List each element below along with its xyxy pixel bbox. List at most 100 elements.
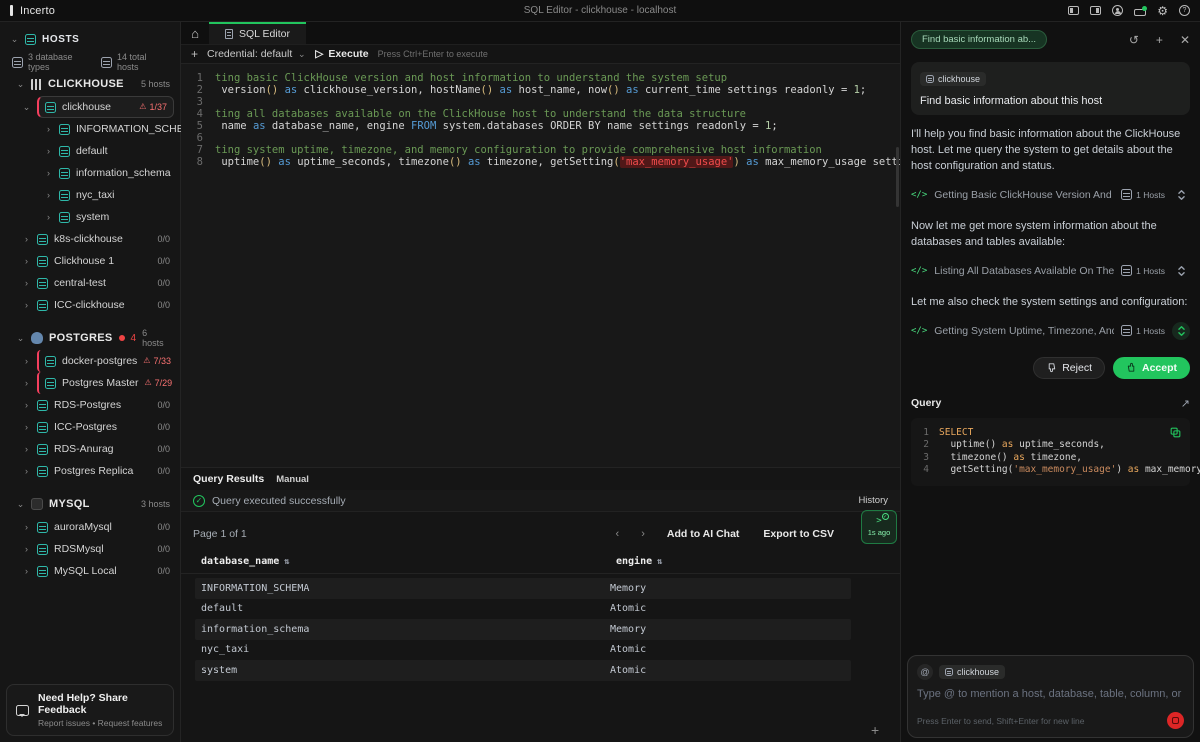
table-row[interactable]: system Atomic <box>195 660 851 681</box>
query-label: Query <box>911 397 941 409</box>
add-new-button[interactable]: + <box>871 722 879 738</box>
sidebar-host-postgres-replica[interactable]: › Postgres Replica 0/0 <box>0 460 180 482</box>
execute-button[interactable]: ▷ Execute <box>315 48 368 60</box>
chevron-right-icon[interactable]: › <box>22 401 31 410</box>
play-icon: ▷ <box>315 48 323 60</box>
chevron-down-icon[interactable]: ⌄ <box>16 80 25 89</box>
chevron-right-icon[interactable]: › <box>22 235 31 244</box>
chevron-right-icon[interactable]: › <box>44 125 53 134</box>
chevron-right-icon[interactable]: › <box>22 467 31 476</box>
sort-icon[interactable]: ⇅ <box>284 557 289 567</box>
sidebar-host-rds-postgres[interactable]: › RDS-Postgres 0/0 <box>0 394 180 416</box>
toggle-right-panel-icon[interactable] <box>1090 6 1101 15</box>
mention-at-icon[interactable]: @ <box>917 664 933 680</box>
reject-button[interactable]: Reject <box>1033 357 1105 379</box>
new-chat-icon[interactable]: + <box>1156 33 1163 47</box>
chevron-right-icon[interactable]: › <box>22 423 31 432</box>
expand-chevrons-icon[interactable] <box>1172 262 1190 280</box>
sort-icon[interactable]: ⇅ <box>657 557 662 567</box>
settings-gear-icon[interactable]: ⚙ <box>1157 5 1168 17</box>
results-mode-tab[interactable]: Manual <box>276 474 309 485</box>
sidebar-db-information-schema[interactable]: › information_schema <box>0 162 180 184</box>
next-page-button[interactable]: › <box>641 528 645 540</box>
chat-input-box[interactable]: @ clickhouse Press Enter to send, Shift+… <box>907 655 1194 738</box>
host-context-chip[interactable]: clickhouse <box>939 665 1005 679</box>
column-database-name[interactable]: database_name <box>201 556 279 567</box>
sidebar-host-rdsmysql[interactable]: › RDSMysql 0/0 <box>0 538 180 560</box>
tool-call-1[interactable]: </> Getting Basic ClickHouse Version And… <box>911 183 1190 207</box>
sidebar-host-mysql-local[interactable]: › MySQL Local 0/0 <box>0 560 180 582</box>
column-engine[interactable]: engine <box>616 556 652 567</box>
editor-scrollbar[interactable] <box>896 147 899 207</box>
chevron-right-icon[interactable]: › <box>44 169 53 178</box>
chevron-down-icon[interactable]: ⌄ <box>16 500 25 509</box>
add-tab-button[interactable]: + <box>191 47 198 61</box>
feedback-button[interactable]: Need Help? Share Feedback Report issues … <box>6 684 174 736</box>
chevron-right-icon[interactable]: › <box>22 357 31 366</box>
sidebar-host-auroramysql[interactable]: › auroraMysql 0/0 <box>0 516 180 538</box>
connection-status-icon[interactable] <box>1134 9 1146 16</box>
chat-text-input[interactable] <box>917 688 1184 700</box>
sidebar-group-clickhouse[interactable]: ⌄ CLICKHOUSE 5 hosts <box>0 72 180 96</box>
tool-call-2[interactable]: </> Listing All Databases Available On T… <box>911 259 1190 283</box>
chat-header: Find basic information ab... ↺ + ✕ <box>911 30 1190 49</box>
sidebar-host-docker-postgres[interactable]: › docker-postgres ⚠ 7/33 <box>0 350 180 372</box>
credential-selector[interactable]: Credential: default ⌄ <box>207 48 306 60</box>
sidebar-db-default[interactable]: › default <box>0 140 180 162</box>
stop-button[interactable] <box>1167 712 1184 729</box>
chevron-right-icon[interactable]: › <box>22 523 31 532</box>
chevron-right-icon[interactable]: › <box>22 445 31 454</box>
user-account-icon[interactable] <box>1112 5 1123 16</box>
tool-call-3[interactable]: </> Getting System Uptime, Timezone, And… <box>911 319 1190 343</box>
chevron-right-icon[interactable]: › <box>22 301 31 310</box>
add-to-ai-chat-button[interactable]: Add to AI Chat <box>667 528 740 540</box>
copy-icon[interactable] <box>1169 426 1182 444</box>
sidebar-db-information-schema-upper[interactable]: › INFORMATION_SCHEMA <box>0 118 180 140</box>
sidebar-host-rds-anurag[interactable]: › RDS-Anurag 0/0 <box>0 438 180 460</box>
sidebar-db-nyc-taxi[interactable]: › nyc_taxi <box>0 184 180 206</box>
accept-button[interactable]: Accept <box>1113 357 1190 379</box>
chevron-right-icon[interactable]: › <box>22 257 31 266</box>
expand-chevrons-icon[interactable] <box>1172 322 1190 340</box>
chevron-right-icon[interactable]: › <box>44 191 53 200</box>
close-icon[interactable]: ✕ <box>1180 33 1190 47</box>
prev-page-button[interactable]: ‹ <box>616 528 620 540</box>
sidebar-host-icc-postgres[interactable]: › ICC-Postgres 0/0 <box>0 416 180 438</box>
table-row[interactable]: default Atomic <box>195 599 851 620</box>
sidebar-hosts-header[interactable]: ⌄ HOSTS <box>0 28 180 50</box>
sql-code-editor[interactable]: 1ting basic ClickHouse version and host … <box>181 64 900 467</box>
chat-history-icon[interactable]: ↺ <box>1129 33 1139 47</box>
chevron-right-icon[interactable]: › <box>44 213 53 222</box>
sidebar-host-postgres-master[interactable]: › Postgres Master ⚠ 7/29 <box>0 372 180 394</box>
sidebar-group-postgres[interactable]: ⌄ POSTGRES 4 6 hosts <box>0 326 180 350</box>
expand-chevrons-icon[interactable] <box>1172 186 1190 204</box>
open-in-editor-icon[interactable]: ↗ <box>1181 397 1190 410</box>
toggle-left-panel-icon[interactable] <box>1068 6 1079 15</box>
table-row[interactable]: INFORMATION_SCHEMA Memory <box>195 578 851 599</box>
conversation-title-pill[interactable]: Find basic information ab... <box>911 30 1047 49</box>
sidebar-host-clickhouse[interactable]: ⌄ clickhouse ⚠ 1/37 <box>0 96 180 118</box>
chevron-right-icon[interactable]: › <box>44 147 53 156</box>
table-row[interactable]: nyc_taxi Atomic <box>195 640 851 661</box>
stop-square-icon <box>1172 717 1179 724</box>
home-button[interactable]: ⌂ <box>181 22 209 44</box>
sidebar-host-icc-clickhouse[interactable]: › ICC-clickhouse 0/0 <box>0 294 180 316</box>
chevron-down-icon[interactable]: ⌄ <box>22 103 31 112</box>
host-context-chip[interactable]: clickhouse <box>920 72 986 86</box>
chevron-down-icon[interactable]: ⌄ <box>16 334 25 343</box>
chevron-right-icon[interactable]: › <box>22 545 31 554</box>
table-row[interactable]: information_schema Memory <box>195 619 851 640</box>
chevron-right-icon[interactable]: › <box>22 567 31 576</box>
database-icon <box>1121 325 1132 336</box>
chevron-right-icon[interactable]: › <box>22 279 31 288</box>
sidebar-group-mysql[interactable]: ⌄ MYSQL 3 hosts <box>0 492 180 516</box>
tab-sql-editor[interactable]: SQL Editor <box>209 22 306 44</box>
sidebar-host-central-test[interactable]: › central-test 0/0 <box>0 272 180 294</box>
sidebar-host-k8s-clickhouse[interactable]: › k8s-clickhouse 0/0 <box>0 228 180 250</box>
chevron-right-icon[interactable]: › <box>22 379 31 388</box>
chevron-down-icon[interactable]: ⌄ <box>10 35 19 44</box>
export-to-csv-button[interactable]: Export to CSV <box>763 528 834 540</box>
sidebar-host-clickhouse-1[interactable]: › Clickhouse 1 0/0 <box>0 250 180 272</box>
sidebar-db-system[interactable]: › system <box>0 206 180 228</box>
help-icon[interactable]: ? <box>1179 5 1190 16</box>
